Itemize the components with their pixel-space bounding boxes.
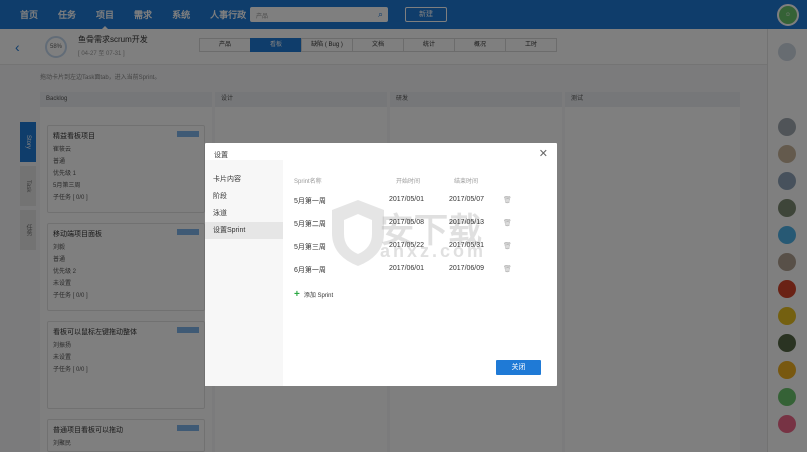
close-button[interactable]: 关闭 xyxy=(496,360,541,375)
add-sprint-button[interactable]: + 添加 Sprint xyxy=(294,289,333,300)
dialog-title: 设置 xyxy=(214,152,228,159)
sprint-name[interactable]: 6月第一周 xyxy=(294,265,326,275)
close-icon[interactable]: ✕ xyxy=(539,147,548,160)
settings-menu: 卡片内容 阶段 泳道 设置Sprint xyxy=(205,160,283,386)
sprint-row: 5月第一周 2017/05/01 2017/05/07 🗑 xyxy=(294,196,524,208)
sprint-start[interactable]: 2017/06/01 xyxy=(389,265,424,272)
sprint-start[interactable]: 2017/05/01 xyxy=(389,196,424,203)
settings-dialog: 设置 ✕ 卡片内容 阶段 泳道 设置Sprint 安下载 anxz.com Sp… xyxy=(205,143,557,386)
plus-icon: + xyxy=(294,289,300,300)
delete-icon[interactable]: 🗑 xyxy=(503,219,512,227)
sprint-name[interactable]: 5月第二周 xyxy=(294,219,326,229)
sprint-row: 5月第二周 2017/05/08 2017/05/13 🗑 xyxy=(294,219,524,231)
sprint-name[interactable]: 5月第一周 xyxy=(294,196,326,206)
sprint-start[interactable]: 2017/05/22 xyxy=(389,242,424,249)
delete-icon[interactable]: 🗑 xyxy=(503,196,512,204)
sprint-end[interactable]: 2017/05/13 xyxy=(449,219,484,226)
sprint-name[interactable]: 5月第三周 xyxy=(294,242,326,252)
menu-stages[interactable]: 阶段 xyxy=(205,188,283,205)
delete-icon[interactable]: 🗑 xyxy=(503,242,512,250)
sprint-row: 5月第三周 2017/05/22 2017/05/31 🗑 xyxy=(294,242,524,254)
sprint-row: 6月第一周 2017/06/01 2017/06/09 🗑 xyxy=(294,265,524,277)
sprint-end[interactable]: 2017/05/07 xyxy=(449,196,484,203)
add-sprint-label: 添加 Sprint xyxy=(303,293,334,299)
shield-watermark-icon xyxy=(332,200,384,266)
sprint-start[interactable]: 2017/05/08 xyxy=(389,219,424,226)
sprint-end[interactable]: 2017/06/09 xyxy=(449,265,484,272)
menu-card-content[interactable]: 卡片内容 xyxy=(205,171,283,188)
menu-sprint-settings[interactable]: 设置Sprint xyxy=(205,222,283,239)
delete-icon[interactable]: 🗑 xyxy=(503,265,512,273)
header-start-date: 开始时间 xyxy=(396,179,421,185)
menu-swimlanes[interactable]: 泳道 xyxy=(205,205,283,222)
header-sprint-name: Sprint名称 xyxy=(294,179,322,185)
header-end-date: 结束时间 xyxy=(454,179,479,185)
sprint-end[interactable]: 2017/05/31 xyxy=(449,242,484,249)
